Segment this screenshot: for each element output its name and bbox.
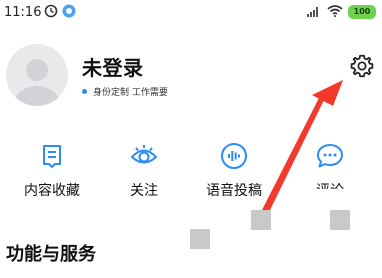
quick-action-label: 语音投稿 (206, 183, 262, 199)
avatar[interactable] (6, 44, 68, 106)
app-notification-icon-2 (62, 4, 76, 18)
quick-action-label: 关注 (130, 183, 158, 199)
quick-action-label: 评论 (316, 183, 344, 199)
mosaic-block (251, 210, 271, 230)
status-time: 11:16 (4, 5, 42, 20)
eye-icon (130, 145, 158, 164)
quick-action-comments[interactable]: 评论 (292, 142, 368, 204)
mosaic-block (330, 210, 350, 230)
battery-indicator: 100 (348, 5, 376, 19)
mosaic-block (190, 229, 210, 249)
status-dot (82, 88, 87, 94)
settings-gear-icon[interactable] (349, 53, 375, 79)
profile-subtitle-text: 身份定制 工作需要 (93, 87, 168, 98)
bookmark-icon (43, 145, 61, 168)
username[interactable]: 未登录 (82, 52, 144, 81)
quick-action-favorites[interactable]: 内容收藏 (14, 142, 90, 204)
app-notification-icon (44, 4, 58, 18)
status-bar: 11:16 100 (0, 0, 382, 24)
quick-action-follow[interactable]: 关注 (106, 142, 182, 204)
avatar-placeholder-icon (15, 59, 59, 106)
screen: 11:16 100 未登录 身份定制 工作需要 内容收藏 关注 语音投稿 评论 … (0, 0, 382, 278)
quick-action-voice-submit[interactable]: 语音投稿 (196, 142, 272, 204)
profile-subtitle[interactable]: 身份定制 工作需要 (82, 84, 168, 98)
comment-icon (317, 144, 343, 168)
voice-icon (221, 143, 247, 169)
section-title: 功能与服务 (6, 244, 96, 265)
signal-icon (307, 7, 318, 17)
quick-action-label: 内容收藏 (24, 183, 80, 199)
wifi-icon (327, 5, 343, 17)
